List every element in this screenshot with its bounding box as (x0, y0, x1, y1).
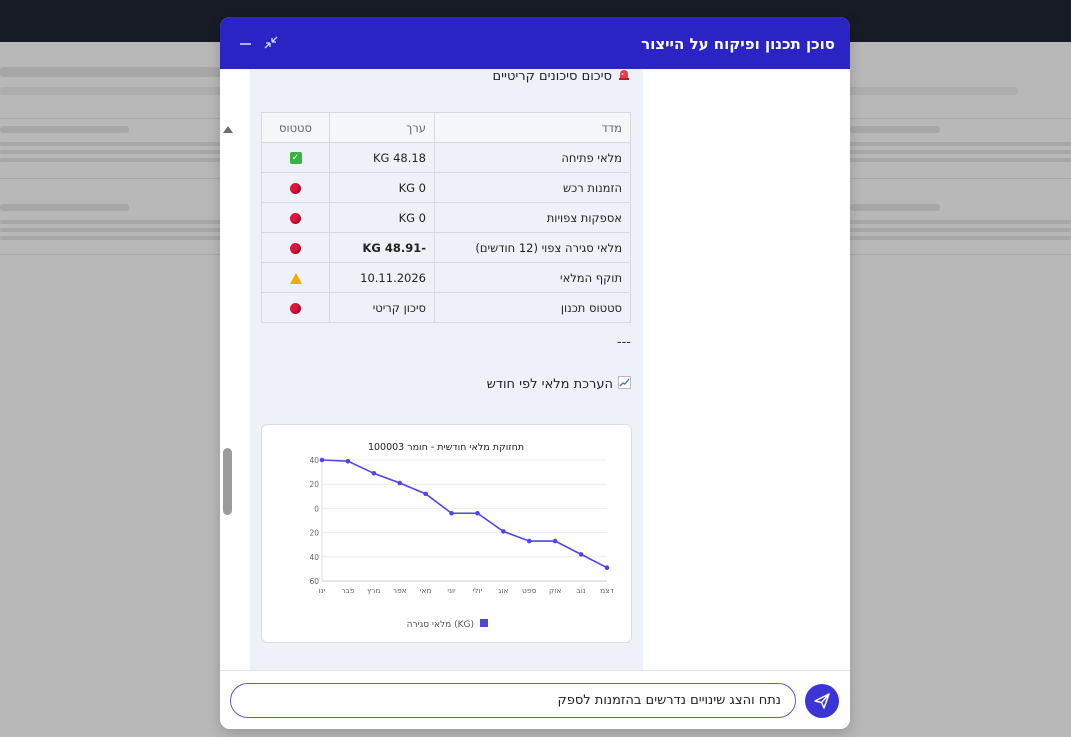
minimize-icon[interactable] (237, 34, 255, 52)
value-cell: KG 0 (329, 202, 435, 233)
status-cell (261, 292, 330, 323)
chart-card: תחזוקת מלאי חודשית - חומר 100003 40 20 0 20… (261, 424, 632, 643)
message-input[interactable] (230, 683, 796, 718)
status-cell (261, 202, 330, 233)
data-point (423, 491, 428, 497)
value-cell: KG 0 (329, 172, 435, 203)
table-row: 10.11.2026 תוקף המלאי (261, 262, 631, 293)
legend-swatch (480, 619, 488, 627)
status-cell (261, 262, 330, 293)
data-point (449, 510, 454, 516)
red-circle-icon (290, 242, 301, 254)
data-point (526, 538, 532, 544)
value-cell: 10.11.2026 (329, 262, 435, 293)
chat-header: סוכן תכנון ופיקוח על הייצור (220, 17, 850, 69)
status-cell: ✓ (261, 142, 330, 173)
check-mark-icon: ✓ (289, 152, 302, 164)
metric-column-header: מדד (434, 112, 631, 143)
y-tick-label: 0 (314, 504, 319, 513)
x-tick-label: אוק (549, 586, 561, 595)
data-point (475, 510, 480, 516)
y-tick-label: 40 (309, 456, 319, 465)
value-column-header: ערך (329, 112, 435, 143)
scroll-thumb[interactable] (223, 448, 232, 515)
metric-cell: מלאי סגירה צפוי (12 חודשים) (434, 232, 631, 263)
send-icon (814, 693, 830, 709)
input-bar (220, 670, 850, 729)
scrollbar[interactable] (220, 69, 236, 718)
metric-cell: תוקף המלאי (434, 262, 631, 293)
send-button[interactable] (805, 684, 839, 718)
chart-title: תחזוקת מלאי חודשית - חומר 100003 (368, 442, 524, 453)
value-cell: KG 48.18 (329, 142, 435, 173)
y-tick-label: 60 (309, 577, 319, 586)
chart-heading: הערכת מלאי לפי חודש (487, 376, 631, 393)
metric-cell: הזמנות רכש (434, 172, 631, 203)
data-point (552, 538, 558, 544)
chat-widget: סוכן תכנון ופיקוח על הייצור סיכום סיכוני… (220, 17, 850, 729)
x-tick-label: ספט (522, 586, 537, 595)
collapse-icon[interactable] (262, 34, 280, 52)
series-line (321, 459, 608, 569)
red-circle-icon (290, 212, 301, 224)
table-row: סיכון קריטי סטטוס תכנון (261, 292, 631, 323)
metric-cell: סטטוס תכנון (434, 292, 631, 323)
x-tick-label: פבר (341, 586, 355, 595)
y-tick-label: 40 (309, 553, 319, 562)
data-point (501, 529, 506, 534)
y-tick-label: 20 (309, 480, 319, 489)
alarm-light-icon (617, 69, 631, 85)
data-point (397, 480, 403, 486)
table-row: KG 0 הזמנות רכש (261, 172, 631, 203)
data-point (604, 565, 610, 570)
scroll-up-icon[interactable] (223, 126, 233, 133)
value-cell: סיכון קריטי (329, 292, 435, 323)
x-tick-label: יולי (473, 586, 483, 595)
data-point (371, 471, 377, 476)
data-point (345, 458, 351, 464)
x-tick-label: אפר (393, 586, 407, 595)
divider-text: --- (616, 335, 631, 350)
table-row: ✓ KG 48.18 מלאי פתיחה (261, 142, 631, 173)
y-tick-label: 20 (309, 529, 319, 538)
table-row: KG 0 אספקות צפויות (261, 202, 631, 233)
metric-cell: אספקות צפויות (434, 202, 631, 233)
data-point (319, 457, 325, 463)
message-content: סיכום סיכונים קריטיים סטטוס ערך מדד ✓ KG… (250, 69, 643, 670)
x-tick-label: נוב (576, 586, 585, 595)
red-circle-icon (290, 182, 301, 194)
line-chart: תחזוקת מלאי חודשית - חומר 100003 40 20 0 20… (309, 442, 614, 630)
x-tick-label: אוג (498, 586, 508, 595)
chat-title: סוכן תכנון ופיקוח על הייצור (641, 35, 835, 53)
chart-legend: מלאי סגירה (KG) (407, 619, 488, 630)
data-point (578, 552, 584, 557)
chart-increasing-icon (618, 376, 631, 393)
risk-summary-heading: סיכום סיכונים קריטיים (493, 69, 632, 85)
x-tick-label: ינו (319, 586, 326, 595)
legend-label: מלאי סגירה (KG) (407, 620, 474, 630)
value-cell: -KG 48.91 (329, 232, 435, 263)
x-tick-label: מרץ (367, 586, 380, 595)
status-cell (261, 172, 330, 203)
x-tick-label: יוני (447, 586, 456, 595)
table-row: -KG 48.91 מלאי סגירה צפוי (12 חודשים) (261, 232, 631, 263)
risk-table: סטטוס ערך מדד ✓ KG 48.18 מלאי פתיחה KG 0… (261, 112, 631, 323)
table-header-row: סטטוס ערך מדד (261, 112, 631, 143)
warning-icon (289, 272, 302, 284)
metric-cell: מלאי פתיחה (434, 142, 631, 173)
red-circle-icon (290, 302, 301, 314)
x-tick-label: מאי (420, 586, 432, 595)
status-column-header: סטטוס (261, 112, 330, 143)
x-tick-label: דצמ (600, 586, 614, 595)
status-cell (261, 232, 330, 263)
